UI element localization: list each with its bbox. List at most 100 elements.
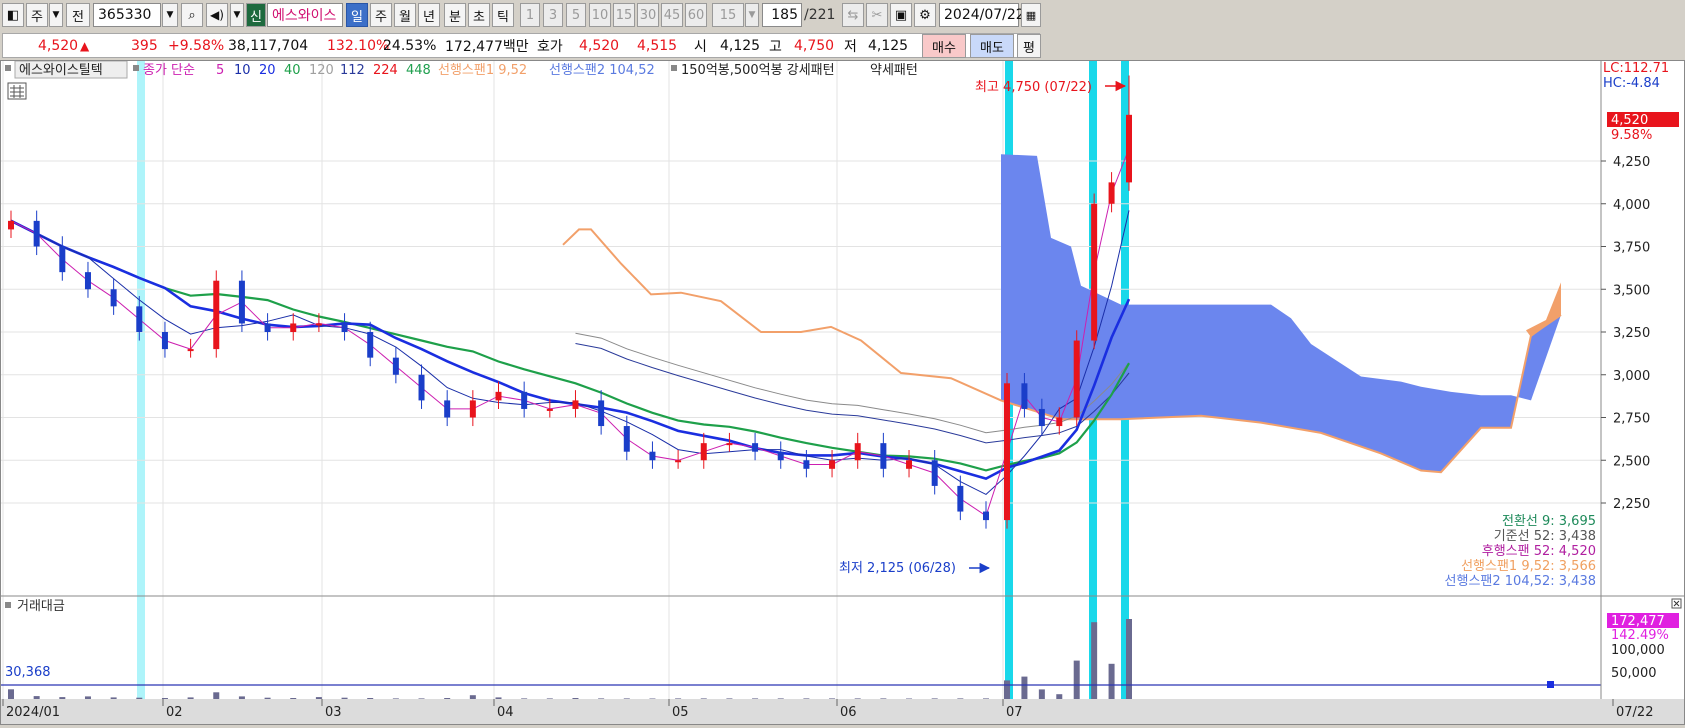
volume-bar	[726, 698, 733, 699]
volume-bar	[392, 698, 399, 699]
legend-stock-name: 에스와이스틸텍	[19, 63, 103, 78]
volume-bar	[957, 698, 964, 699]
volume-bar	[495, 697, 502, 699]
stock-name-field[interactable]: 에스와이스	[267, 3, 343, 27]
chart-panel: 2024/01 02 03 04 05 06 07 07/22 4,250 4,000 3,750…	[0, 60, 1685, 725]
volume-bar	[59, 697, 66, 699]
low-price: 4,125	[868, 38, 909, 54]
tab-tick[interactable]: 틱	[492, 3, 514, 27]
volume-bar	[521, 698, 528, 699]
position-input[interactable]: 185	[762, 3, 802, 27]
legend-ma20: 20	[259, 63, 276, 78]
interval-30[interactable]: 30	[637, 3, 659, 27]
candle-down	[983, 511, 989, 521]
volume-bar	[1038, 689, 1045, 699]
volume-bar	[187, 697, 194, 699]
candle-down	[752, 443, 759, 452]
y-tick-label: 2,750	[1613, 412, 1650, 427]
save-icon[interactable]: ▣	[890, 3, 912, 27]
tab-day[interactable]: 일	[346, 3, 368, 27]
current-pct-label: 9.58%	[1611, 128, 1652, 143]
volume-bar	[880, 698, 887, 699]
interval-45[interactable]: 45	[661, 3, 683, 27]
legend-marker	[5, 602, 11, 608]
candle-down	[444, 400, 451, 418]
tab-minute[interactable]: 분	[444, 3, 466, 27]
candle-down	[623, 426, 630, 452]
tools-icon[interactable]: ✂	[866, 3, 888, 27]
market-dropdown-icon[interactable]: ▼	[49, 3, 63, 27]
candle-down	[136, 306, 143, 332]
buy-button[interactable]: 매수	[922, 34, 966, 58]
volume-ma-marker	[1547, 681, 1554, 688]
candle-down	[392, 357, 399, 375]
candle-up	[906, 460, 913, 469]
volume-bar	[1073, 660, 1080, 699]
interval-10[interactable]: 10	[589, 3, 611, 27]
interval-15[interactable]: 15	[613, 3, 635, 27]
prev-button[interactable]: 전	[66, 3, 90, 27]
gear-icon[interactable]: ⚙	[914, 3, 936, 27]
interval-dropdown-icon[interactable]: ▼	[745, 3, 759, 27]
volume-bar	[1126, 619, 1132, 699]
search-icon[interactable]: ⌕	[181, 3, 203, 27]
interval-custom[interactable]: 15	[712, 3, 744, 27]
current-price: 4,520	[38, 38, 79, 54]
date-input[interactable]: 2024/07/22	[939, 3, 1025, 27]
compare-icon[interactable]: ⇆	[842, 3, 864, 27]
speaker-icon[interactable]: ◀)	[206, 3, 228, 27]
leading-span2-value: 선행스팬2 104,52: 3,438	[1445, 573, 1596, 589]
code-dropdown-icon[interactable]: ▼	[162, 3, 178, 27]
interval-3[interactable]: 3	[543, 3, 563, 27]
base-line-value: 기준선 52: 3,438	[1494, 529, 1596, 544]
y-tick-label: 3,500	[1613, 283, 1650, 298]
calendar-icon[interactable]: ▦	[1021, 3, 1041, 27]
interval-60[interactable]: 60	[685, 3, 707, 27]
layout-icon[interactable]: ◧	[2, 3, 24, 27]
table-icon[interactable]	[7, 82, 27, 100]
sell-button[interactable]: 매도	[970, 34, 1014, 58]
hc-label: HC:-4.84	[1603, 76, 1660, 91]
x-tick-label: 03	[325, 705, 342, 720]
candle-up	[495, 391, 502, 401]
tab-month[interactable]: 월	[394, 3, 416, 27]
y-tick-label: 3,750	[1613, 241, 1650, 256]
candle-up	[1091, 203, 1098, 341]
volume-tick-100000: 100,000	[1611, 643, 1665, 658]
volume-bar	[444, 698, 451, 699]
volume-bar	[264, 697, 271, 699]
candle-down	[161, 332, 168, 350]
interval-5[interactable]: 5	[566, 3, 586, 27]
price-chart[interactable]: 2024/01 02 03 04 05 06 07 07/22 4,250 4,000 3,750…	[1, 60, 1684, 724]
legend-span1: 선행스팬1 9,52	[438, 62, 527, 78]
eval-button[interactable]: 평	[1017, 34, 1041, 58]
open-label: 시	[694, 39, 707, 55]
tab-year[interactable]: 년	[418, 3, 440, 27]
x-tick-label: 04	[497, 705, 514, 720]
code-input[interactable]: 365330	[93, 3, 161, 27]
x-tick-label: 05	[672, 705, 689, 720]
candle-down	[84, 272, 91, 290]
turnover-rate: 24.53%	[383, 38, 437, 54]
high-label: 고	[769, 39, 782, 55]
legend-ma112: 112	[340, 63, 365, 78]
volume-bar	[84, 696, 91, 699]
interval-1[interactable]: 1	[520, 3, 540, 27]
open-price: 4,125	[720, 38, 761, 54]
market-select[interactable]: 주	[26, 3, 48, 27]
high-price: 4,750	[794, 38, 835, 54]
legend-ma120: 120	[309, 63, 334, 78]
ichimoku-values: 전환선 9: 3,695 기준선 52: 3,438 후행스팬 52: 4,52…	[1445, 514, 1596, 589]
speaker-dropdown-icon[interactable]: ▼	[230, 3, 244, 27]
current-price-label: 4,520	[1611, 113, 1648, 128]
candle-down	[777, 451, 784, 461]
candle-down	[598, 400, 605, 427]
legend-ma224: 224	[373, 63, 398, 78]
candle-down	[59, 246, 66, 273]
tab-second[interactable]: 초	[468, 3, 490, 27]
highlight-band	[137, 61, 145, 699]
candle-down	[880, 443, 887, 469]
tab-week[interactable]: 주	[370, 3, 392, 27]
volume-bar	[829, 698, 836, 699]
legend-ma-label: 종가 단순	[143, 63, 195, 78]
